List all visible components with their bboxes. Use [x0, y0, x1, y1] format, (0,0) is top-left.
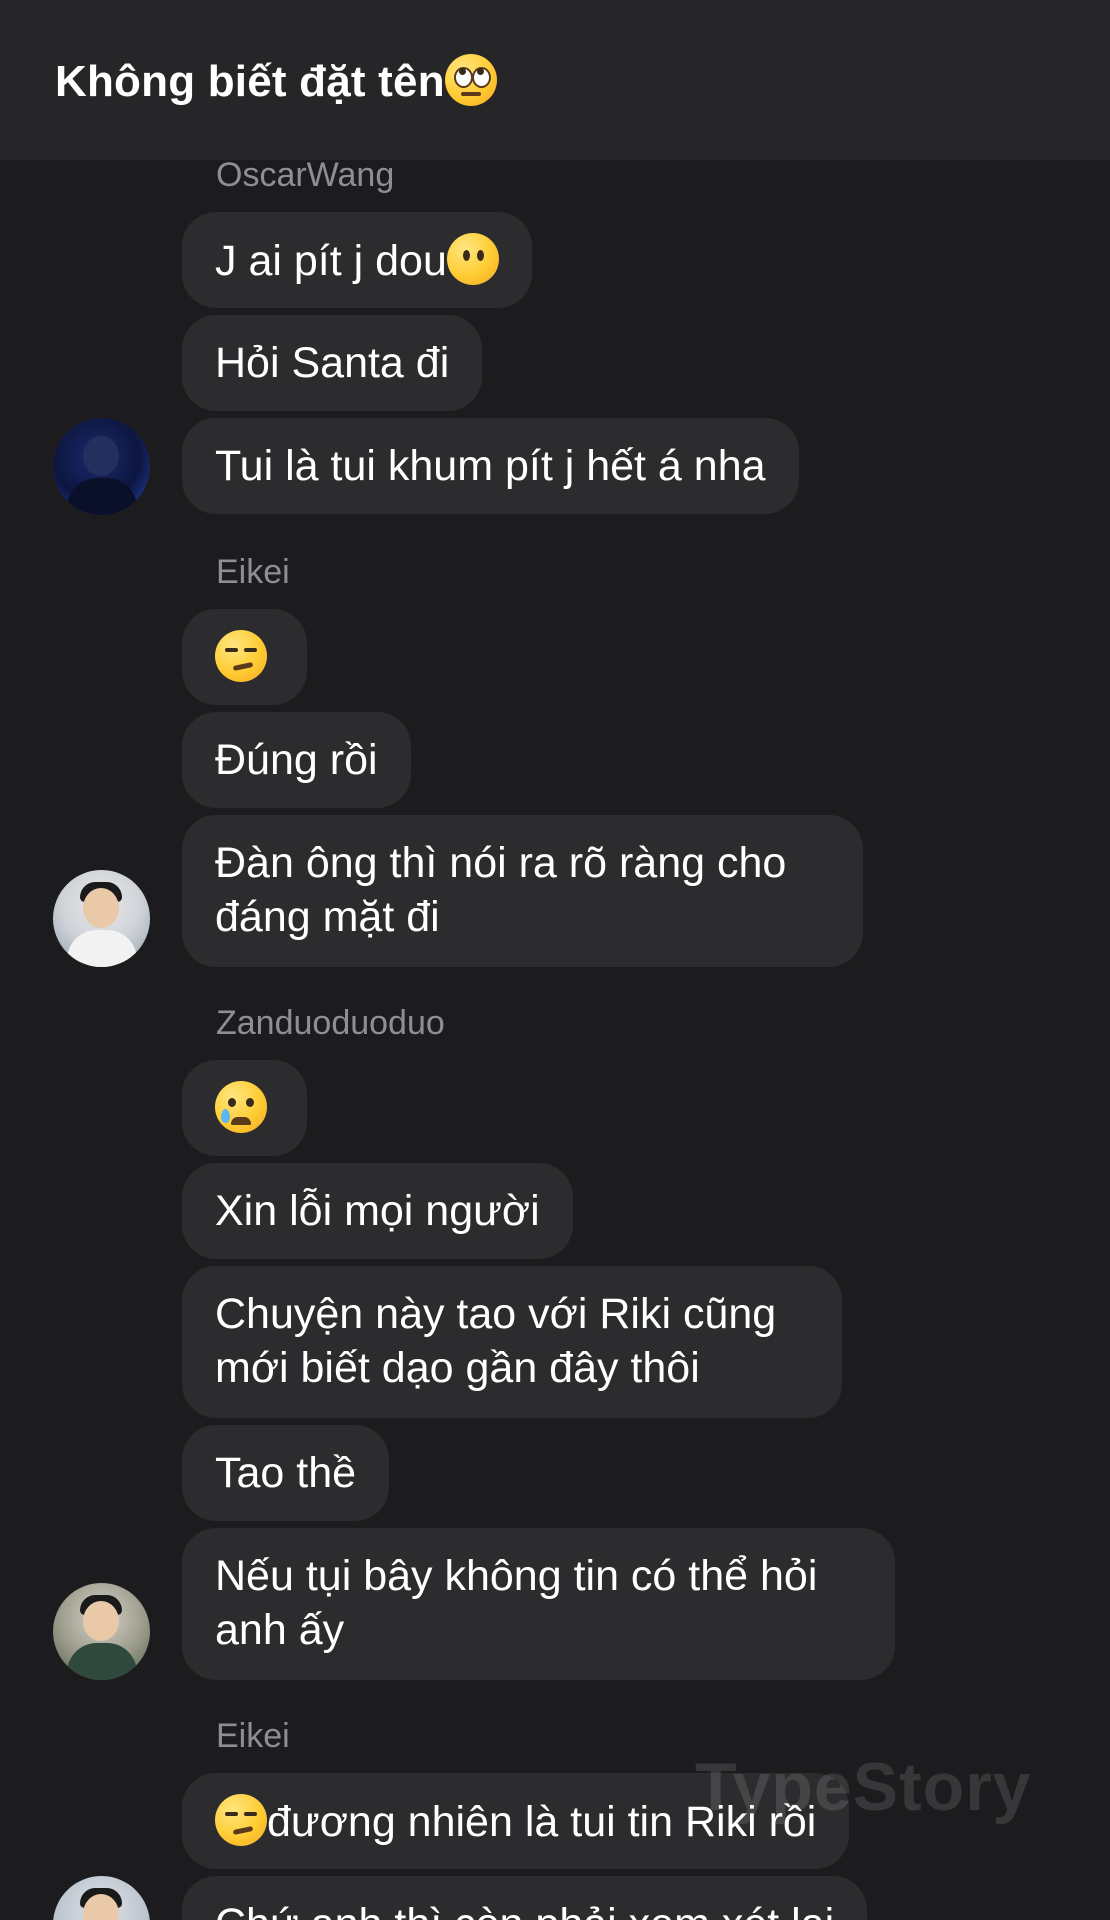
chat-title-text: Không biết đặt tên: [55, 56, 445, 106]
message-bubble[interactable]: Tui là tui khum pít j hết á nha: [182, 418, 799, 514]
message-text: Nếu tụi bây không tin có thể hỏi anh ấy: [215, 1552, 818, 1654]
message-text: J ai pít j dou: [215, 237, 447, 285]
crying-face-icon: [215, 1081, 267, 1133]
sender-name: Eikei: [216, 553, 290, 591]
message-text: Xin lỗi mọi người: [215, 1187, 540, 1235]
message-text: Tao thề: [215, 1449, 357, 1497]
face-with-rolling-eyes-icon: [444, 53, 497, 106]
message-bubble[interactable]: [182, 609, 307, 705]
message-list[interactable]: OscarWang J ai pít j dou Hỏi Santa đi Tu…: [0, 160, 1110, 1920]
message-bubble[interactable]: Tao thề: [182, 1425, 390, 1521]
watermark-logo: TypeStory: [695, 1749, 1032, 1825]
smirking-face-icon: [215, 1794, 267, 1846]
message-bubble[interactable]: Nếu tụi bây không tin có thể hỏi anh ấy: [182, 1528, 895, 1680]
sender-name: Eikei: [216, 1717, 290, 1755]
message-text: Chuyện này tao với Riki cũng mới biết dạ…: [215, 1290, 777, 1392]
message-text: Đúng rồi: [215, 736, 378, 784]
message-text: Tui là tui khum pít j hết á nha: [215, 442, 766, 490]
avatar[interactable]: [53, 870, 150, 967]
message-bubble[interactable]: Đúng rồi: [182, 712, 411, 808]
message-bubble[interactable]: Hỏi Santa đi: [182, 315, 483, 411]
message-bubble[interactable]: Chuyện này tao với Riki cũng mới biết dạ…: [182, 1266, 842, 1418]
chat-title[interactable]: Không biết đặt tên: [55, 53, 497, 107]
message-text: Chứ anh thì còn phải xem xét lại: [215, 1900, 834, 1920]
chat-header: Không biết đặt tên: [0, 0, 1110, 160]
smirking-face-icon: [215, 630, 267, 682]
message-text: Đàn ông thì nói ra rõ ràng cho đáng mặt …: [215, 839, 787, 941]
message-bubble[interactable]: J ai pít j dou: [182, 212, 532, 308]
message-bubble[interactable]: [182, 1060, 307, 1156]
avatar[interactable]: [53, 1583, 150, 1680]
avatar[interactable]: [53, 418, 150, 515]
avatar[interactable]: [53, 1876, 150, 1920]
message-bubble[interactable]: Chứ anh thì còn phải xem xét lại: [182, 1876, 868, 1920]
sender-name: OscarWang: [216, 160, 395, 194]
message-text: Hỏi Santa đi: [215, 339, 450, 387]
message-bubble[interactable]: Đàn ông thì nói ra rõ ràng cho đáng mặt …: [182, 815, 863, 967]
face-without-mouth-icon: [446, 233, 499, 285]
sender-name: Zanduoduoduo: [216, 1004, 445, 1042]
message-bubble[interactable]: Xin lỗi mọi người: [182, 1163, 573, 1259]
